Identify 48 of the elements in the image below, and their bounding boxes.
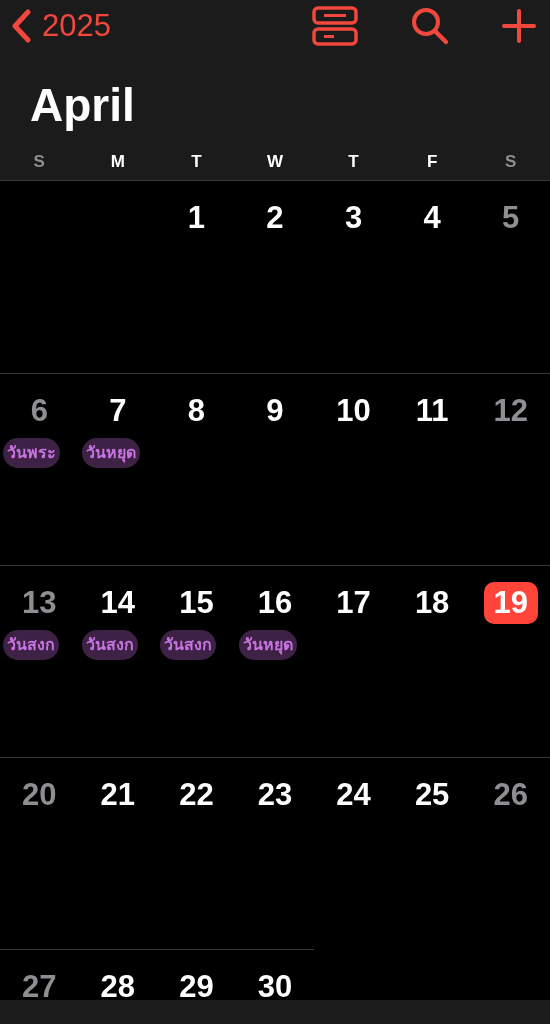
list-view-icon[interactable] <box>312 6 358 46</box>
day-number[interactable]: 5 <box>483 197 538 239</box>
day-number[interactable]: 20 <box>12 774 67 816</box>
day-number[interactable]: 28 <box>90 966 145 1000</box>
weekday-label: S <box>505 152 517 172</box>
day-number[interactable]: 22 <box>169 774 224 816</box>
weekday-label: W <box>266 152 283 172</box>
day-number[interactable]: 27 <box>12 966 67 1000</box>
weekday-label: T <box>348 152 359 172</box>
day-number[interactable]: 1 <box>169 197 224 239</box>
day-number[interactable]: 2 <box>248 197 302 239</box>
day-number[interactable]: 4 <box>405 197 460 239</box>
day-number[interactable]: 10 <box>326 390 381 432</box>
event-chip[interactable]: วันสงก <box>3 630 59 660</box>
day-number[interactable]: 6 <box>12 390 67 432</box>
day-number[interactable]: 25 <box>405 774 460 816</box>
day-number[interactable]: 23 <box>248 774 302 816</box>
day-number[interactable]: 12 <box>483 390 538 432</box>
day-number[interactable]: 3 <box>326 197 381 239</box>
back-button[interactable]: 2025 <box>10 8 111 44</box>
weekday-label: S <box>33 152 45 172</box>
day-number[interactable]: 16 <box>248 582 302 624</box>
weekday-label: M <box>110 152 125 172</box>
weekday-label: T <box>191 152 202 172</box>
day-number[interactable]: 21 <box>90 774 145 816</box>
day-number[interactable]: 11 <box>405 390 460 432</box>
day-number[interactable]: 13 <box>12 582 67 624</box>
search-icon[interactable] <box>410 6 450 46</box>
event-chip[interactable]: วันสงก <box>81 630 138 660</box>
day-number[interactable]: 8 <box>169 390 224 432</box>
day-number[interactable]: 30 <box>248 966 302 1000</box>
day-number[interactable]: 18 <box>405 582 460 624</box>
day-number[interactable]: 7 <box>90 390 145 432</box>
weekday-label: F <box>426 152 438 172</box>
add-icon[interactable] <box>502 9 536 43</box>
event-chip[interactable]: วันหยุด <box>238 630 297 660</box>
event-chip[interactable]: วันพระ <box>3 438 60 468</box>
day-number[interactable]: 14 <box>90 582 145 624</box>
month-title: April <box>29 78 136 133</box>
event-chip[interactable]: วันหยุด <box>81 438 140 468</box>
day-number[interactable]: 26 <box>483 774 538 816</box>
day-number[interactable]: 15 <box>169 582 224 624</box>
chevron-left-icon <box>10 9 32 43</box>
day-number[interactable]: 9 <box>248 390 302 432</box>
day-number[interactable]: 24 <box>326 774 381 816</box>
event-chip[interactable]: วันสงก <box>160 630 217 660</box>
day-number[interactable]: 17 <box>326 582 381 624</box>
day-number[interactable]: 29 <box>169 966 224 1000</box>
